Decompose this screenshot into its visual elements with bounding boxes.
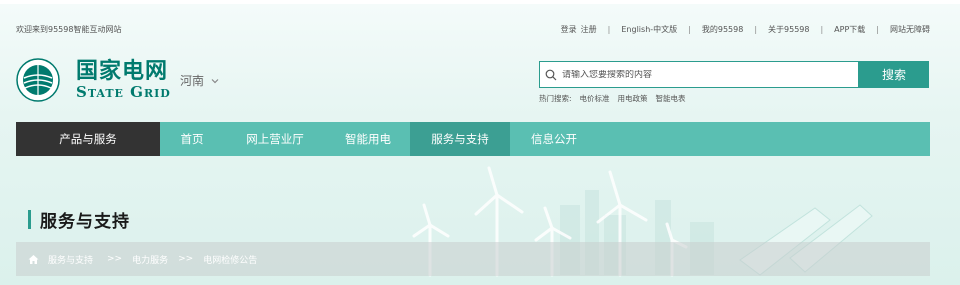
region-selector[interactable]: 河南 bbox=[180, 72, 220, 89]
nav-service-support[interactable]: 服务与支持 bbox=[410, 122, 510, 156]
home-icon[interactable] bbox=[28, 254, 39, 265]
welcome-text: 欢迎来到95598智能互动网站 bbox=[16, 24, 122, 34]
breadcrumb: 服务与支持 >> 电力服务 >> 电网检修公告 bbox=[16, 242, 930, 276]
language-link[interactable]: English-中文版 bbox=[621, 24, 677, 35]
main-nav: 产品与服务 首页 网上营业厅 智能用电 服务与支持 信息公开 bbox=[16, 122, 930, 156]
chevron-down-icon bbox=[211, 78, 219, 83]
hot-search-item[interactable]: 智能电表 bbox=[656, 93, 686, 104]
search-box bbox=[539, 61, 859, 88]
top-utility-bar: 欢迎来到95598智能互动网站 登录 注册 | English-中文版 | 我的… bbox=[16, 22, 930, 36]
app-download-link[interactable]: APP下载 bbox=[834, 24, 865, 35]
breadcrumb-item[interactable]: 电力服务 bbox=[132, 253, 168, 266]
region-label: 河南 bbox=[180, 74, 205, 88]
hot-search-label: 热门搜索: bbox=[539, 94, 572, 103]
search-icon bbox=[545, 69, 557, 80]
accessibility-link[interactable]: 网站无障碍 bbox=[890, 24, 930, 35]
breadcrumb-separator: >> bbox=[107, 254, 123, 264]
about-95598-link[interactable]: 关于95598 bbox=[768, 24, 809, 35]
nav-products-services[interactable]: 产品与服务 bbox=[16, 122, 160, 156]
breadcrumb-separator: >> bbox=[178, 254, 194, 264]
title-accent-bar bbox=[28, 209, 31, 229]
login-link[interactable]: 登录 bbox=[561, 24, 577, 35]
breadcrumb-item[interactable]: 电网检修公告 bbox=[203, 253, 257, 266]
page-title: 服务与支持 bbox=[28, 208, 130, 232]
logo-cn-name: 国家电网 bbox=[76, 59, 169, 84]
breadcrumb-item[interactable]: 服务与支持 bbox=[48, 253, 93, 266]
register-link[interactable]: 注册 bbox=[581, 24, 597, 35]
search-bar: 搜索 bbox=[539, 61, 929, 88]
nav-smart-power[interactable]: 智能用电 bbox=[326, 122, 410, 156]
hot-search-item[interactable]: 电价标准 bbox=[580, 93, 610, 104]
nav-home[interactable]: 首页 bbox=[160, 122, 224, 156]
search-button[interactable]: 搜索 bbox=[859, 61, 929, 88]
state-grid-emblem-icon bbox=[16, 58, 60, 102]
logo-en-name: State Grid bbox=[76, 83, 171, 101]
search-input[interactable] bbox=[562, 69, 852, 80]
hot-search: 热门搜索: 电价标准 用电政策 智能电表 bbox=[539, 93, 694, 104]
nav-info-disclosure[interactable]: 信息公开 bbox=[510, 122, 598, 156]
nav-online-hall[interactable]: 网上营业厅 bbox=[224, 122, 326, 156]
my-95598-link[interactable]: 我的95598 bbox=[702, 24, 743, 35]
state-grid-logo[interactable]: 国家电网 State Grid bbox=[16, 57, 171, 103]
page-title-text: 服务与支持 bbox=[40, 211, 130, 232]
hot-search-item[interactable]: 用电政策 bbox=[618, 93, 648, 104]
top-links: 登录 注册 | English-中文版 | 我的95598 | 关于95598 … bbox=[560, 24, 930, 35]
